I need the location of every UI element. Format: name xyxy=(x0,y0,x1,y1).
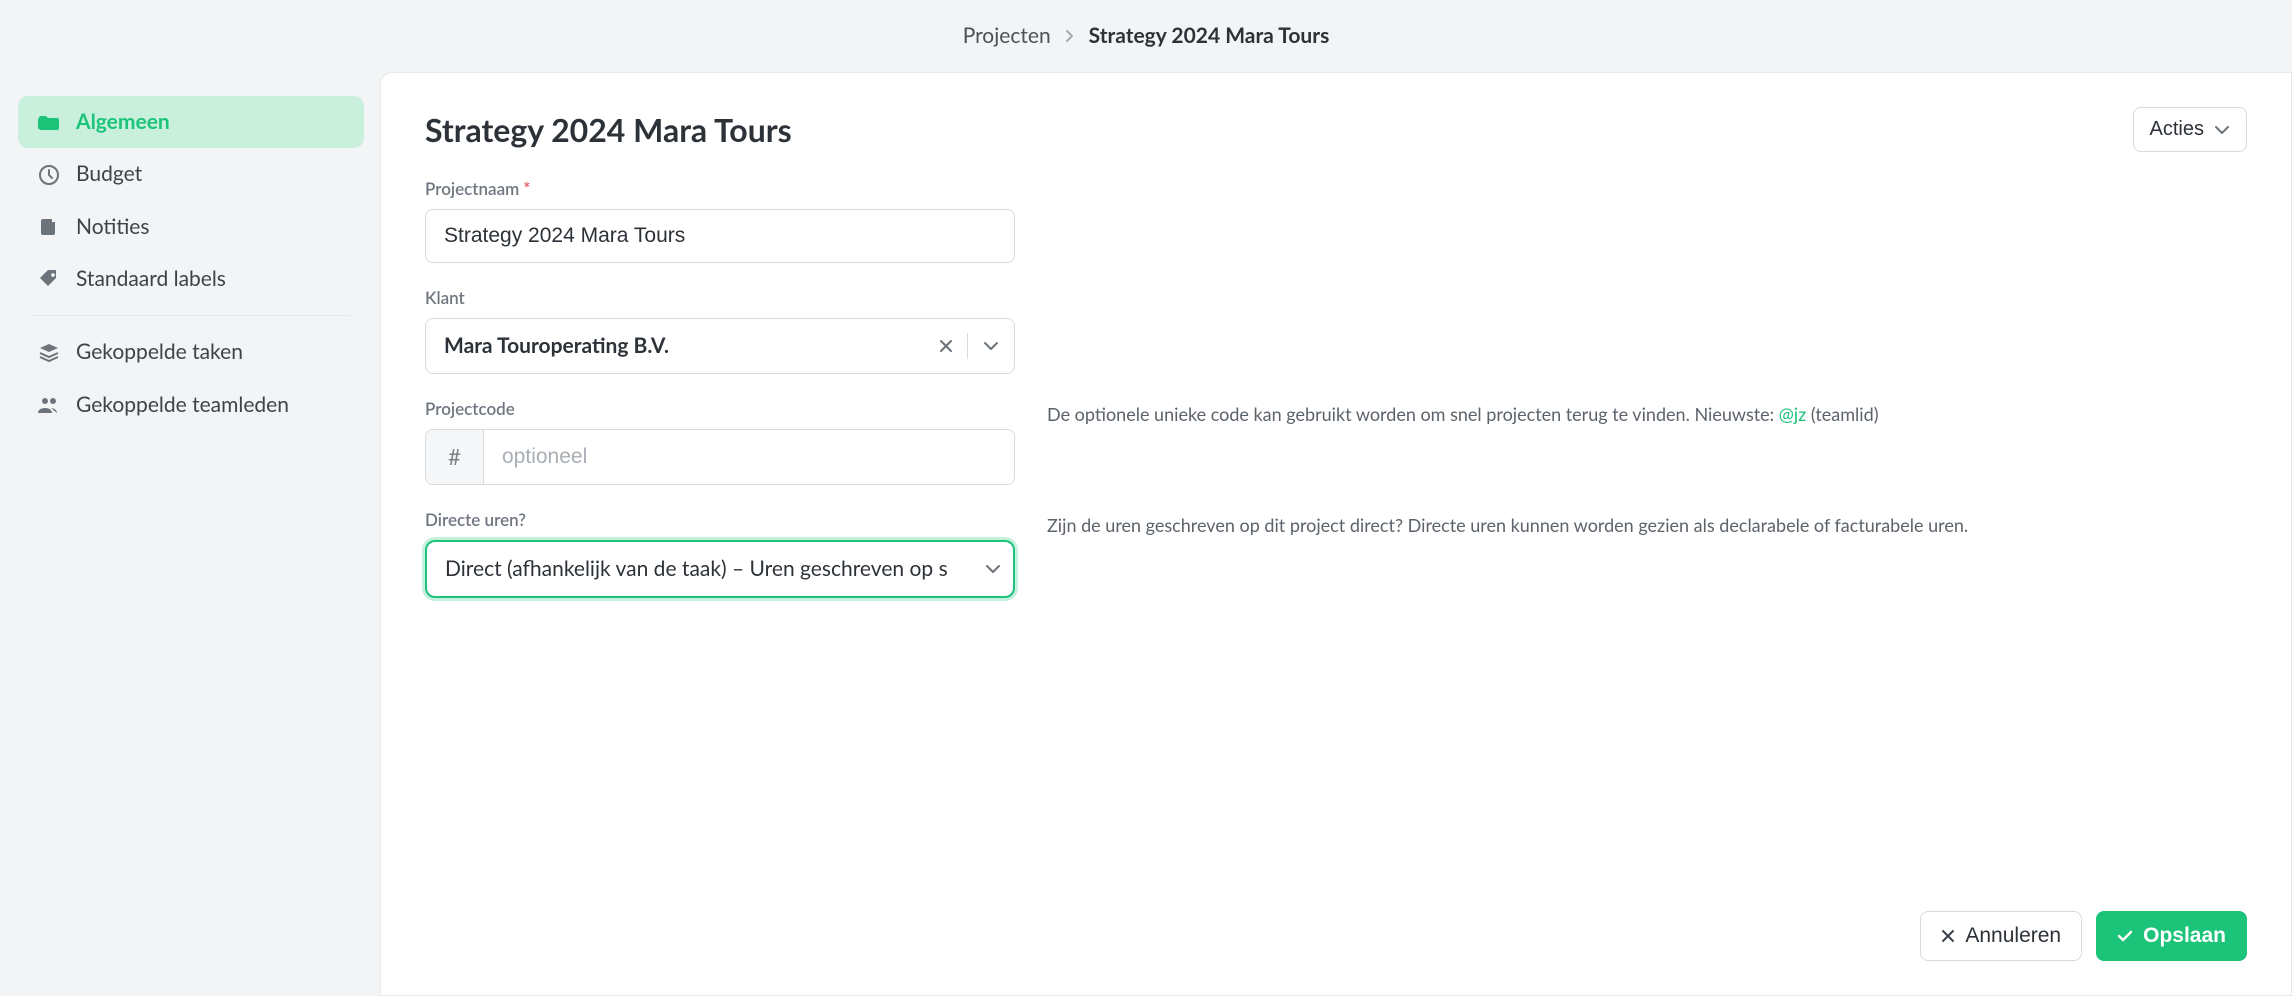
check-icon xyxy=(2117,930,2133,942)
sidebar-item-label: Gekoppelde teamleden xyxy=(76,391,289,419)
breadcrumb-parent[interactable]: Projecten xyxy=(963,22,1051,50)
clock-icon xyxy=(36,164,62,186)
klant-select-value: Mara Touroperating B.V. xyxy=(426,332,925,360)
sidebar: Algemeen Budget Notities Standaard label… xyxy=(0,72,380,996)
label-text: Projectnaam xyxy=(425,178,519,199)
sidebar-item-gekoppelde-taken[interactable]: Gekoppelde taken xyxy=(18,326,364,378)
klant-select[interactable]: Mara Touroperating B.V. xyxy=(425,318,1015,374)
chevron-down-icon xyxy=(983,341,999,351)
close-icon xyxy=(1941,929,1955,943)
chevron-down-icon xyxy=(985,564,1001,574)
sidebar-item-gekoppelde-teamleden[interactable]: Gekoppelde teamleden xyxy=(18,379,364,431)
projectcode-label: Projectcode xyxy=(425,398,1015,421)
actions-menu-button[interactable]: Acties xyxy=(2133,107,2247,152)
breadcrumb-current: Strategy 2024 Mara Tours xyxy=(1089,22,1330,50)
projectcode-input-group: # xyxy=(425,429,1015,485)
directe-uren-help: Zijn de uren geschreven op dit project d… xyxy=(1047,509,2247,538)
tag-icon xyxy=(36,268,62,290)
sidebar-item-budget[interactable]: Budget xyxy=(18,148,364,200)
help-text-after: (teamlid) xyxy=(1806,403,1878,425)
footer-actions: Annuleren Opslaan xyxy=(425,871,2247,961)
save-button-label: Opslaan xyxy=(2143,924,2226,948)
projectcode-input[interactable] xyxy=(484,430,1014,484)
projectcode-help: De optionele unieke code kan gebruikt wo… xyxy=(1047,398,2247,427)
sidebar-item-label: Algemeen xyxy=(76,108,170,136)
actions-menu-label: Acties xyxy=(2150,118,2204,141)
directe-uren-select-value: Direct (afhankelijk van de taak) – Uren … xyxy=(445,555,975,583)
sidebar-item-label: Notities xyxy=(76,213,149,241)
page-title: Strategy 2024 Mara Tours xyxy=(425,108,792,151)
note-icon xyxy=(36,217,62,237)
sidebar-item-label: Standaard labels xyxy=(76,265,226,293)
chevron-down-icon xyxy=(2214,125,2230,135)
sidebar-item-algemeen[interactable]: Algemeen xyxy=(18,96,364,148)
klant-dropdown-toggle[interactable] xyxy=(968,319,1014,373)
sidebar-item-standaard-labels[interactable]: Standaard labels xyxy=(18,253,364,305)
sidebar-item-notities[interactable]: Notities xyxy=(18,201,364,253)
save-button[interactable]: Opslaan xyxy=(2096,911,2247,961)
klant-clear-button[interactable] xyxy=(925,319,967,373)
close-icon xyxy=(939,339,953,353)
main-panel: Strategy 2024 Mara Tours Acties Projectn… xyxy=(380,72,2292,996)
help-link[interactable]: @jz xyxy=(1779,403,1807,425)
sidebar-item-label: Gekoppelde taken xyxy=(76,338,243,366)
stack-icon xyxy=(36,342,62,364)
directe-uren-select[interactable]: Direct (afhankelijk van de taak) – Uren … xyxy=(425,540,1015,598)
help-text: De optionele unieke code kan gebruikt wo… xyxy=(1047,403,1779,425)
chevron-right-icon xyxy=(1065,29,1075,43)
hash-prefix: # xyxy=(426,430,484,484)
folder-icon xyxy=(36,113,62,131)
cancel-button-label: Annuleren xyxy=(1965,924,2061,948)
breadcrumb: Projecten Strategy 2024 Mara Tours xyxy=(0,0,2292,72)
sidebar-divider xyxy=(32,315,350,316)
required-star: * xyxy=(523,178,530,199)
directe-uren-dropdown-toggle[interactable] xyxy=(985,564,1001,574)
cancel-button[interactable]: Annuleren xyxy=(1920,911,2082,961)
klant-label: Klant xyxy=(425,287,1015,310)
projectnaam-input[interactable] xyxy=(425,209,1015,263)
projectnaam-label: Projectnaam* xyxy=(425,178,1015,201)
sidebar-item-label: Budget xyxy=(76,160,142,188)
people-icon xyxy=(36,396,62,414)
directe-uren-label: Directe uren? xyxy=(425,509,1015,532)
